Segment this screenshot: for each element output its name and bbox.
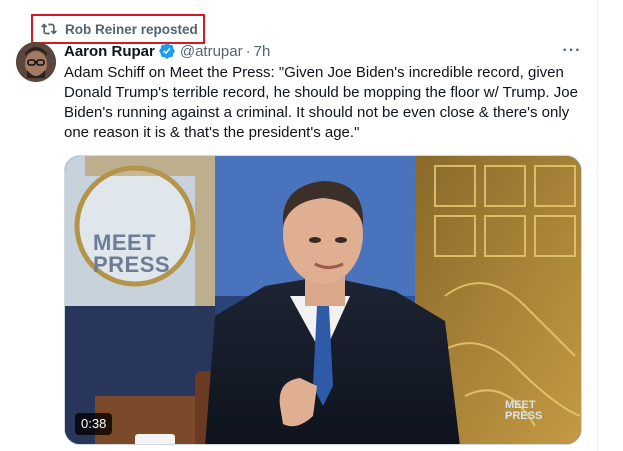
avatar-image <box>16 42 56 82</box>
set-logo: MEET PRESS <box>93 232 170 276</box>
tweet-text: Adam Schiff on Meet the Press: "Given Jo… <box>64 64 578 141</box>
tweet-timestamp[interactable]: 7h <box>254 43 271 60</box>
video-duration: 0:38 <box>75 413 113 435</box>
header-separator: · <box>245 42 251 60</box>
timeline-divider <box>597 0 598 451</box>
author-name[interactable]: Aaron Rupar <box>64 43 155 60</box>
more-options-icon[interactable]: ··· <box>560 40 584 62</box>
repost-label: Rob Reiner reposted <box>65 21 198 37</box>
tweet-header: Aaron Rupar @atrupar · 7h <box>64 40 270 62</box>
video-player[interactable]: MEET PRESS MEET PRESS 0:38 <box>64 155 582 445</box>
set-logo-line2: PRESS <box>93 252 171 277</box>
avatar[interactable] <box>16 42 56 82</box>
verified-badge-icon[interactable] <box>158 42 176 60</box>
watermark-logo: MEET PRESS <box>505 400 542 422</box>
repost-icon <box>41 23 57 35</box>
watermark-line2: PRESS <box>505 410 543 422</box>
set-logo-line1: MEET <box>93 230 157 255</box>
author-handle[interactable]: @atrupar <box>180 43 243 60</box>
